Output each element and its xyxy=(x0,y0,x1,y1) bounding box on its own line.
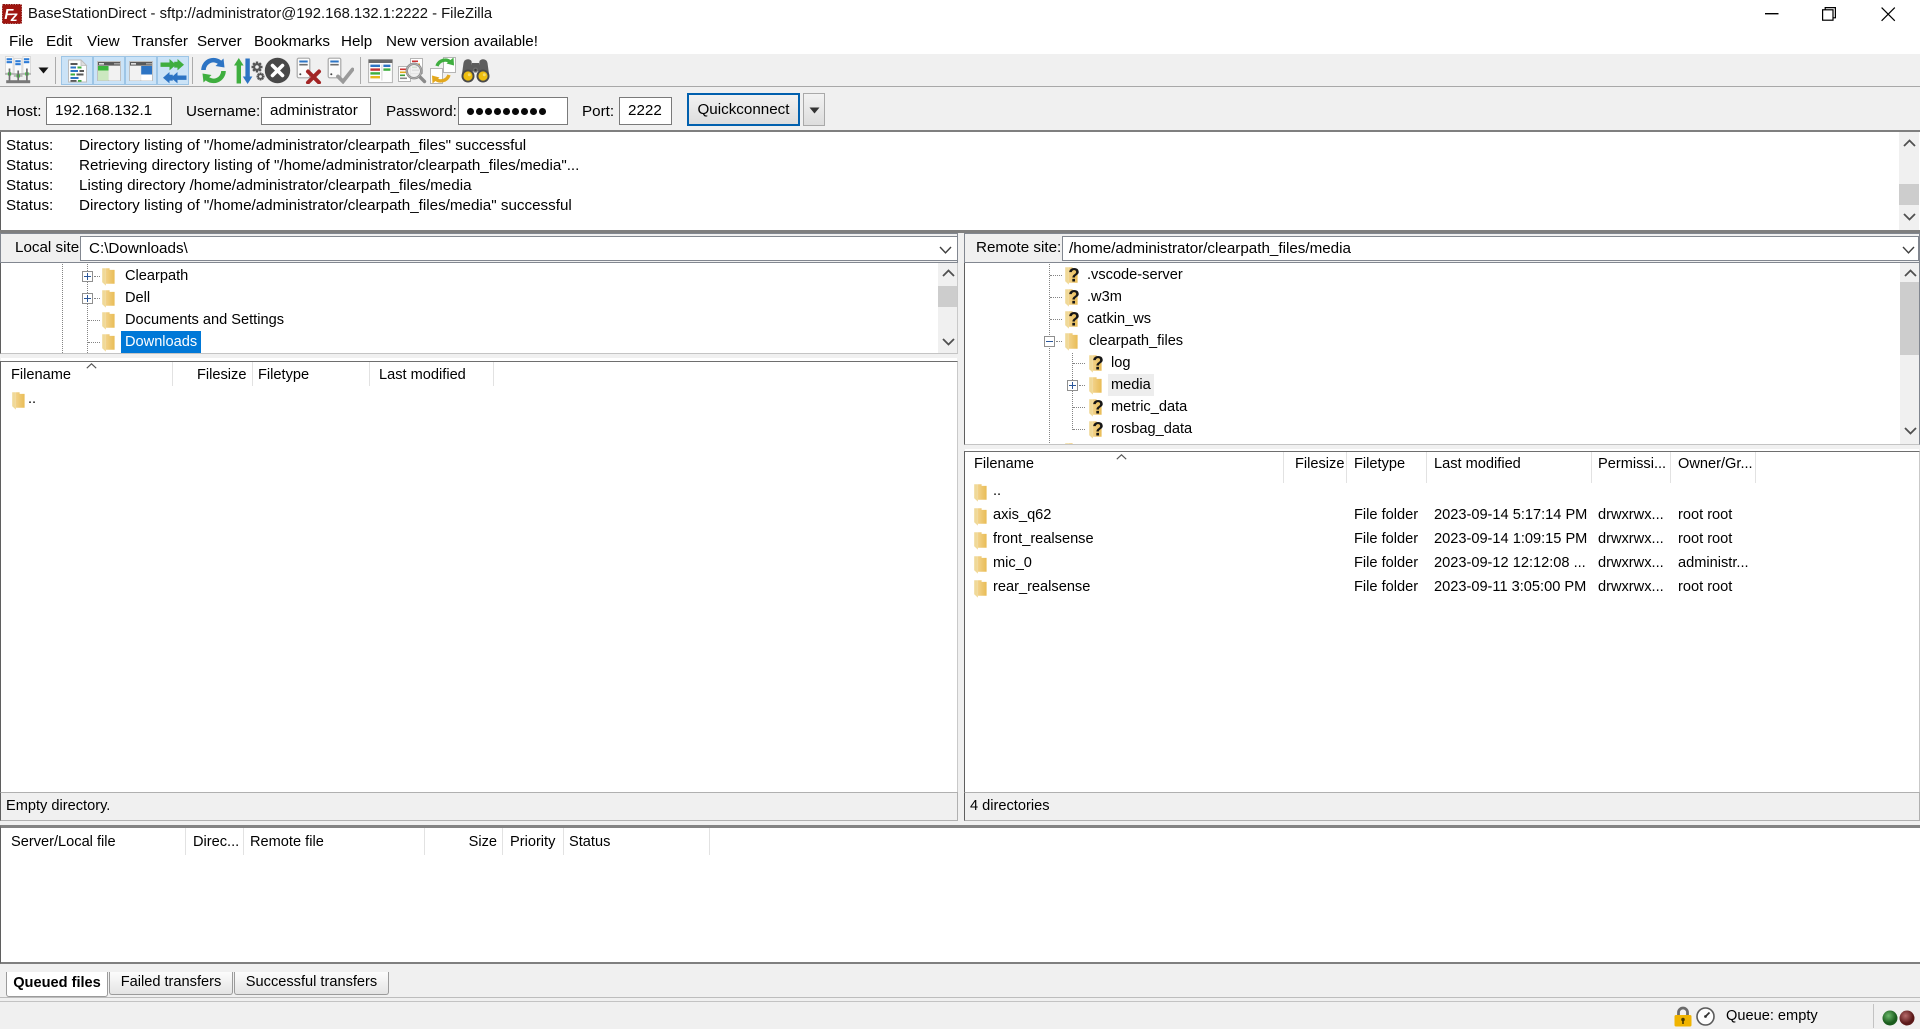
svg-text:z: z xyxy=(10,8,18,24)
